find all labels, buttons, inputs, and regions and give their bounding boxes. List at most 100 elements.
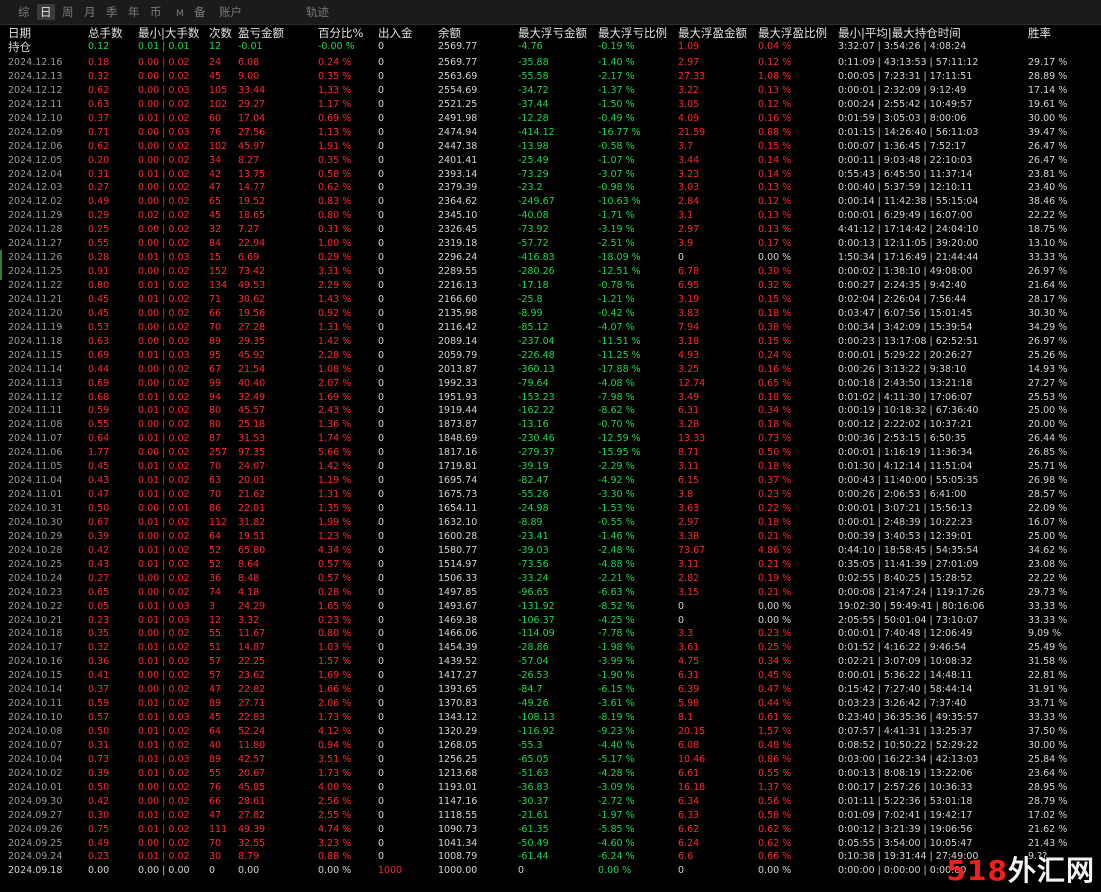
cell-max-float-loss: -79.64 [518, 377, 549, 389]
table-row[interactable]: 2024.10.28 0.42 0.01 | 0.02 52 65.80 4.34 % 0 1… [0, 544, 1101, 558]
table-row[interactable]: 2024.10.15 0.41 0.00 | 0.02 57 23.62 1.69 % 0 1… [0, 669, 1101, 683]
col-hold-time[interactable]: 最小|平均|最大持仓时间 [838, 26, 961, 40]
table-row[interactable]: 2024.12.09 0.71 0.00 | 0.03 76 27.56 1.13 % 0 2… [0, 126, 1101, 140]
table-row[interactable]: 2024.12.11 0.63 0.00 | 0.02 102 29.27 1.17 % 0… [0, 98, 1101, 112]
cell-hold-time: 0:00:24 | 2:55:42 | 10:49:57 [838, 98, 973, 110]
table-row[interactable]: 2024.10.17 0.32 0.01 | 0.02 51 14.87 1.03 % 0 1… [0, 641, 1101, 655]
table-row[interactable]: 2024.10.16 0.36 0.01 | 0.02 57 22.25 1.57 % 0 1… [0, 655, 1101, 669]
table-row[interactable]: 2024.11.04 0.43 0.01 | 0.02 63 20.01 1.19 % 0 1… [0, 474, 1101, 488]
table-row[interactable]: 2024.11.05 0.45 0.01 | 0.02 70 24.07 1.42 % 0 1… [0, 460, 1101, 474]
tab-weekly[interactable]: 周 [62, 4, 74, 20]
cell-pct: 4.74 % [318, 823, 352, 835]
cell-balance: 2296.24 [438, 252, 478, 264]
table-row[interactable]: 2024.11.15 0.69 0.01 | 0.03 95 45.92 2.28 % 0 2… [0, 349, 1101, 363]
table-row[interactable]: 2024.11.13 0.69 0.00 | 0.02 99 40.40 2.07 % 0 1… [0, 377, 1101, 391]
table-row[interactable]: 2024.10.14 0.37 0.00 | 0.02 47 22.82 1.66 % 0 1… [0, 683, 1101, 697]
table-row[interactable]: 2024.11.29 0.29 0.02 | 0.02 45 18.65 0.80 % 0 2… [0, 209, 1101, 223]
tab-daily[interactable]: 日 [37, 4, 55, 20]
table-row[interactable]: 2024.12.04 0.31 0.01 | 0.02 42 13.75 0.58 % 0 2… [0, 168, 1101, 182]
table-row[interactable]: 2024.11.12 0.68 0.01 | 0.02 94 32.49 1.69 % 0 1… [0, 391, 1101, 405]
cell-pct: 1.91 % [318, 140, 352, 152]
cell-total-lots: 0.55 [88, 419, 110, 431]
table-row[interactable]: 2024.10.18 0.35 0.00 | 0.02 55 11.67 0.80 % 0 1… [0, 627, 1101, 641]
table-row[interactable]: 2024.12.16 0.18 0.00 | 0.02 24 6.08 0.24 % 0 25… [0, 56, 1101, 70]
tab-notes[interactable]: 备 [194, 4, 206, 20]
table-row[interactable]: 2024.09.27 0.30 0.01 | 0.02 47 27.82 2.55 % 0 1… [0, 809, 1101, 823]
col-count[interactable]: 次数 [209, 26, 232, 40]
tab-m[interactable]: M [176, 6, 184, 22]
table-row[interactable]: 2024.12.05 0.20 0.00 | 0.02 34 8.27 0.35 % 0 24… [0, 154, 1101, 168]
table-row[interactable]: 2024.10.08 0.50 0.01 | 0.02 64 52.24 4.12 % 0 1… [0, 725, 1101, 739]
table-row[interactable]: 2024.12.03 0.27 0.00 | 0.02 47 14.77 0.62 % 0 2… [0, 181, 1101, 195]
table-row[interactable]: 2024.11.07 0.64 0.01 | 0.02 87 31.53 1.74 % 0 1… [0, 432, 1101, 446]
table-row[interactable]: 2024.10.07 0.31 0.01 | 0.02 40 11.80 0.94 % 0 1… [0, 739, 1101, 753]
table-row[interactable]: 2024.11.01 0.47 0.01 | 0.02 70 21.62 1.31 % 0 1… [0, 488, 1101, 502]
table-row[interactable]: 2024.11.26 0.28 0.01 | 0.03 15 6.69 0.29 % 0 22… [0, 251, 1101, 265]
table-row[interactable]: 2024.10.29 0.39 0.00 | 0.02 64 19.51 1.23 % 0 1… [0, 530, 1101, 544]
table-row[interactable]: 2024.10.22 0.05 0.01 | 0.03 3 24.29 1.65 % 0 14… [0, 600, 1101, 614]
tab-trajectory[interactable]: 轨迹 [306, 4, 329, 20]
table-row[interactable]: 2024.11.22 0.80 0.01 | 0.02 134 49.53 2.29 % 0… [0, 279, 1101, 293]
col-total-lots[interactable]: 总手数 [88, 26, 123, 40]
table-row[interactable]: 2024.10.11 0.59 0.01 | 0.02 89 27.71 2.06 % 0 1… [0, 697, 1101, 711]
table-row[interactable]: 2024.12.06 0.62 0.00 | 0.02 102 45.97 1.91 % 0… [0, 140, 1101, 154]
table-row[interactable]: 2024.10.31 0.50 0.00 | 0.01 86 22.01 1.35 % 0 1… [0, 502, 1101, 516]
tab-currency[interactable]: 币 [150, 4, 162, 20]
tab-yearly[interactable]: 年 [128, 4, 140, 20]
tab-quarterly[interactable]: 季 [106, 4, 118, 20]
table-row[interactable]: 2024.10.25 0.43 0.01 | 0.02 52 8.64 0.57 % 0 15… [0, 558, 1101, 572]
table-row[interactable]: 2024.10.23 0.65 0.00 | 0.02 74 4.18 0.28 % 0 14… [0, 586, 1101, 600]
tab-monthly[interactable]: 月 [84, 4, 96, 20]
cell-max-float-profit-pct: 0.19 % [758, 572, 792, 584]
table-row[interactable]: 2024.12.02 0.49 0.00 | 0.02 65 19.52 0.83 % 0 2… [0, 195, 1101, 209]
table-row[interactable]: 2024.09.18 0.00 0.00 | 0.00 0 0.00 0.00 % 1000… [0, 864, 1101, 878]
col-balance[interactable]: 余额 [438, 26, 461, 40]
table-row[interactable]: 2024.11.20 0.45 0.00 | 0.02 66 19.56 0.92 % 0 2… [0, 307, 1101, 321]
table-row[interactable]: 2024.12.13 0.32 0.00 | 0.02 45 9.00 0.35 % 0 25… [0, 70, 1101, 84]
table-row[interactable]: 2024.11.11 0.59 0.01 | 0.02 80 45.57 2.43 % 0 1… [0, 404, 1101, 418]
table-row[interactable]: 2024.10.01 0.50 0.00 | 0.02 76 45.85 4.00 % 0 1… [0, 781, 1101, 795]
cell-pct: 4.00 % [318, 781, 352, 793]
summary-row[interactable]: 持仓 0.12 0.01 | 0.01 12 -0.01 -0.00 % 0 2… [0, 40, 1101, 54]
cell-count: 57 [209, 670, 222, 682]
col-max-float-profit[interactable]: 最大浮盈金额 [678, 26, 747, 40]
table-row[interactable]: 2024.11.18 0.63 0.00 | 0.02 89 29.35 1.42 % 0 2… [0, 335, 1101, 349]
table-row[interactable]: 2024.10.10 0.57 0.01 | 0.03 45 22.83 1.73 % 0 1… [0, 711, 1101, 725]
table-row[interactable]: 2024.09.24 0.23 0.01 | 0.02 30 8.79 0.88 % 0 10… [0, 850, 1101, 864]
col-date[interactable]: 日期 [8, 26, 31, 40]
table-row[interactable]: 2024.11.06 1.77 0.00 | 0.02 257 97.35 5.66 % 0… [0, 446, 1101, 460]
table-row[interactable]: 2024.12.10 0.37 0.01 | 0.02 60 17.04 0.69 % 0 2… [0, 112, 1101, 126]
table-row[interactable]: 2024.11.14 0.44 0.00 | 0.02 67 21.54 1.08 % 0 2… [0, 363, 1101, 377]
table-row[interactable]: 2024.09.25 0.49 0.00 | 0.02 70 32.55 3.23 % 0 1… [0, 837, 1101, 851]
col-max-float-loss-pct[interactable]: 最大浮亏比例 [598, 26, 667, 40]
cell-date: 2024.12.06 [8, 140, 63, 152]
table-row[interactable]: 2024.11.21 0.45 0.01 | 0.02 71 30.62 1.43 % 0 2… [0, 293, 1101, 307]
col-min-max-lots[interactable]: 最小|大手数 [138, 26, 199, 40]
table-row[interactable]: 2024.11.08 0.55 0.00 | 0.02 80 25.18 1.36 % 0 1… [0, 418, 1101, 432]
tab-account[interactable]: 账户 [219, 4, 242, 20]
table-row[interactable]: 2024.10.21 0.23 0.01 | 0.03 12 3.32 0.23 % 0 14… [0, 614, 1101, 628]
col-max-float-profit-pct[interactable]: 最大浮盈比例 [758, 26, 827, 40]
col-pnl[interactable]: 盈亏金额 [238, 26, 284, 40]
cell-hold-time: 0:00:01 | 5:29:22 | 20:26:27 [838, 349, 973, 361]
col-winrate[interactable]: 胜率 [1028, 26, 1051, 40]
table-row[interactable]: 2024.11.25 0.91 0.00 | 0.02 152 73.42 3.31 % 0… [0, 265, 1101, 279]
table-row[interactable]: 2024.10.30 0.67 0.01 | 0.02 112 31.82 1.99 % 0… [0, 516, 1101, 530]
table-row[interactable]: 2024.09.26 0.75 0.01 | 0.02 111 49.39 4.74 % 0… [0, 823, 1101, 837]
table-row[interactable]: 2024.10.02 0.39 0.01 | 0.02 55 20.67 1.73 % 0 1… [0, 767, 1101, 781]
table-row[interactable]: 2024.11.28 0.25 0.00 | 0.02 32 7.27 0.31 % 0 23… [0, 223, 1101, 237]
table-row[interactable]: 2024.12.12 0.62 0.00 | 0.03 105 33.44 1.33 % 0… [0, 84, 1101, 98]
cell-date: 2024.10.24 [8, 572, 63, 584]
col-max-float-loss[interactable]: 最大浮亏金额 [518, 26, 587, 40]
tab-overview[interactable]: 综 [18, 4, 30, 20]
cell-max-float-profit-pct: 0.18 % [758, 516, 792, 528]
table-row[interactable]: 2024.10.24 0.27 0.00 | 0.02 36 8.48 0.57 % 0 15… [0, 572, 1101, 586]
col-pct[interactable]: 百分比% [318, 26, 363, 40]
col-io[interactable]: 出入金 [378, 26, 413, 40]
table-row[interactable]: 2024.11.27 0.55 0.00 | 0.02 84 22.94 1.00 % 0 2… [0, 237, 1101, 251]
cell-max-float-loss-pct: -1.53 % [598, 503, 635, 514]
table-row[interactable]: 2024.10.04 0.73 0.01 | 0.03 89 42.57 3.51 % 0 1… [0, 753, 1101, 767]
table-row[interactable]: 2024.11.19 0.53 0.00 | 0.02 70 27.28 1.31 % 0 2… [0, 321, 1101, 335]
table-row[interactable]: 2024.09.30 0.42 0.00 | 0.02 66 28.61 2.56 % 0 1… [0, 795, 1101, 809]
cell-hold-time: 0:00:40 | 5:37:59 | 12:10:11 [838, 182, 973, 194]
